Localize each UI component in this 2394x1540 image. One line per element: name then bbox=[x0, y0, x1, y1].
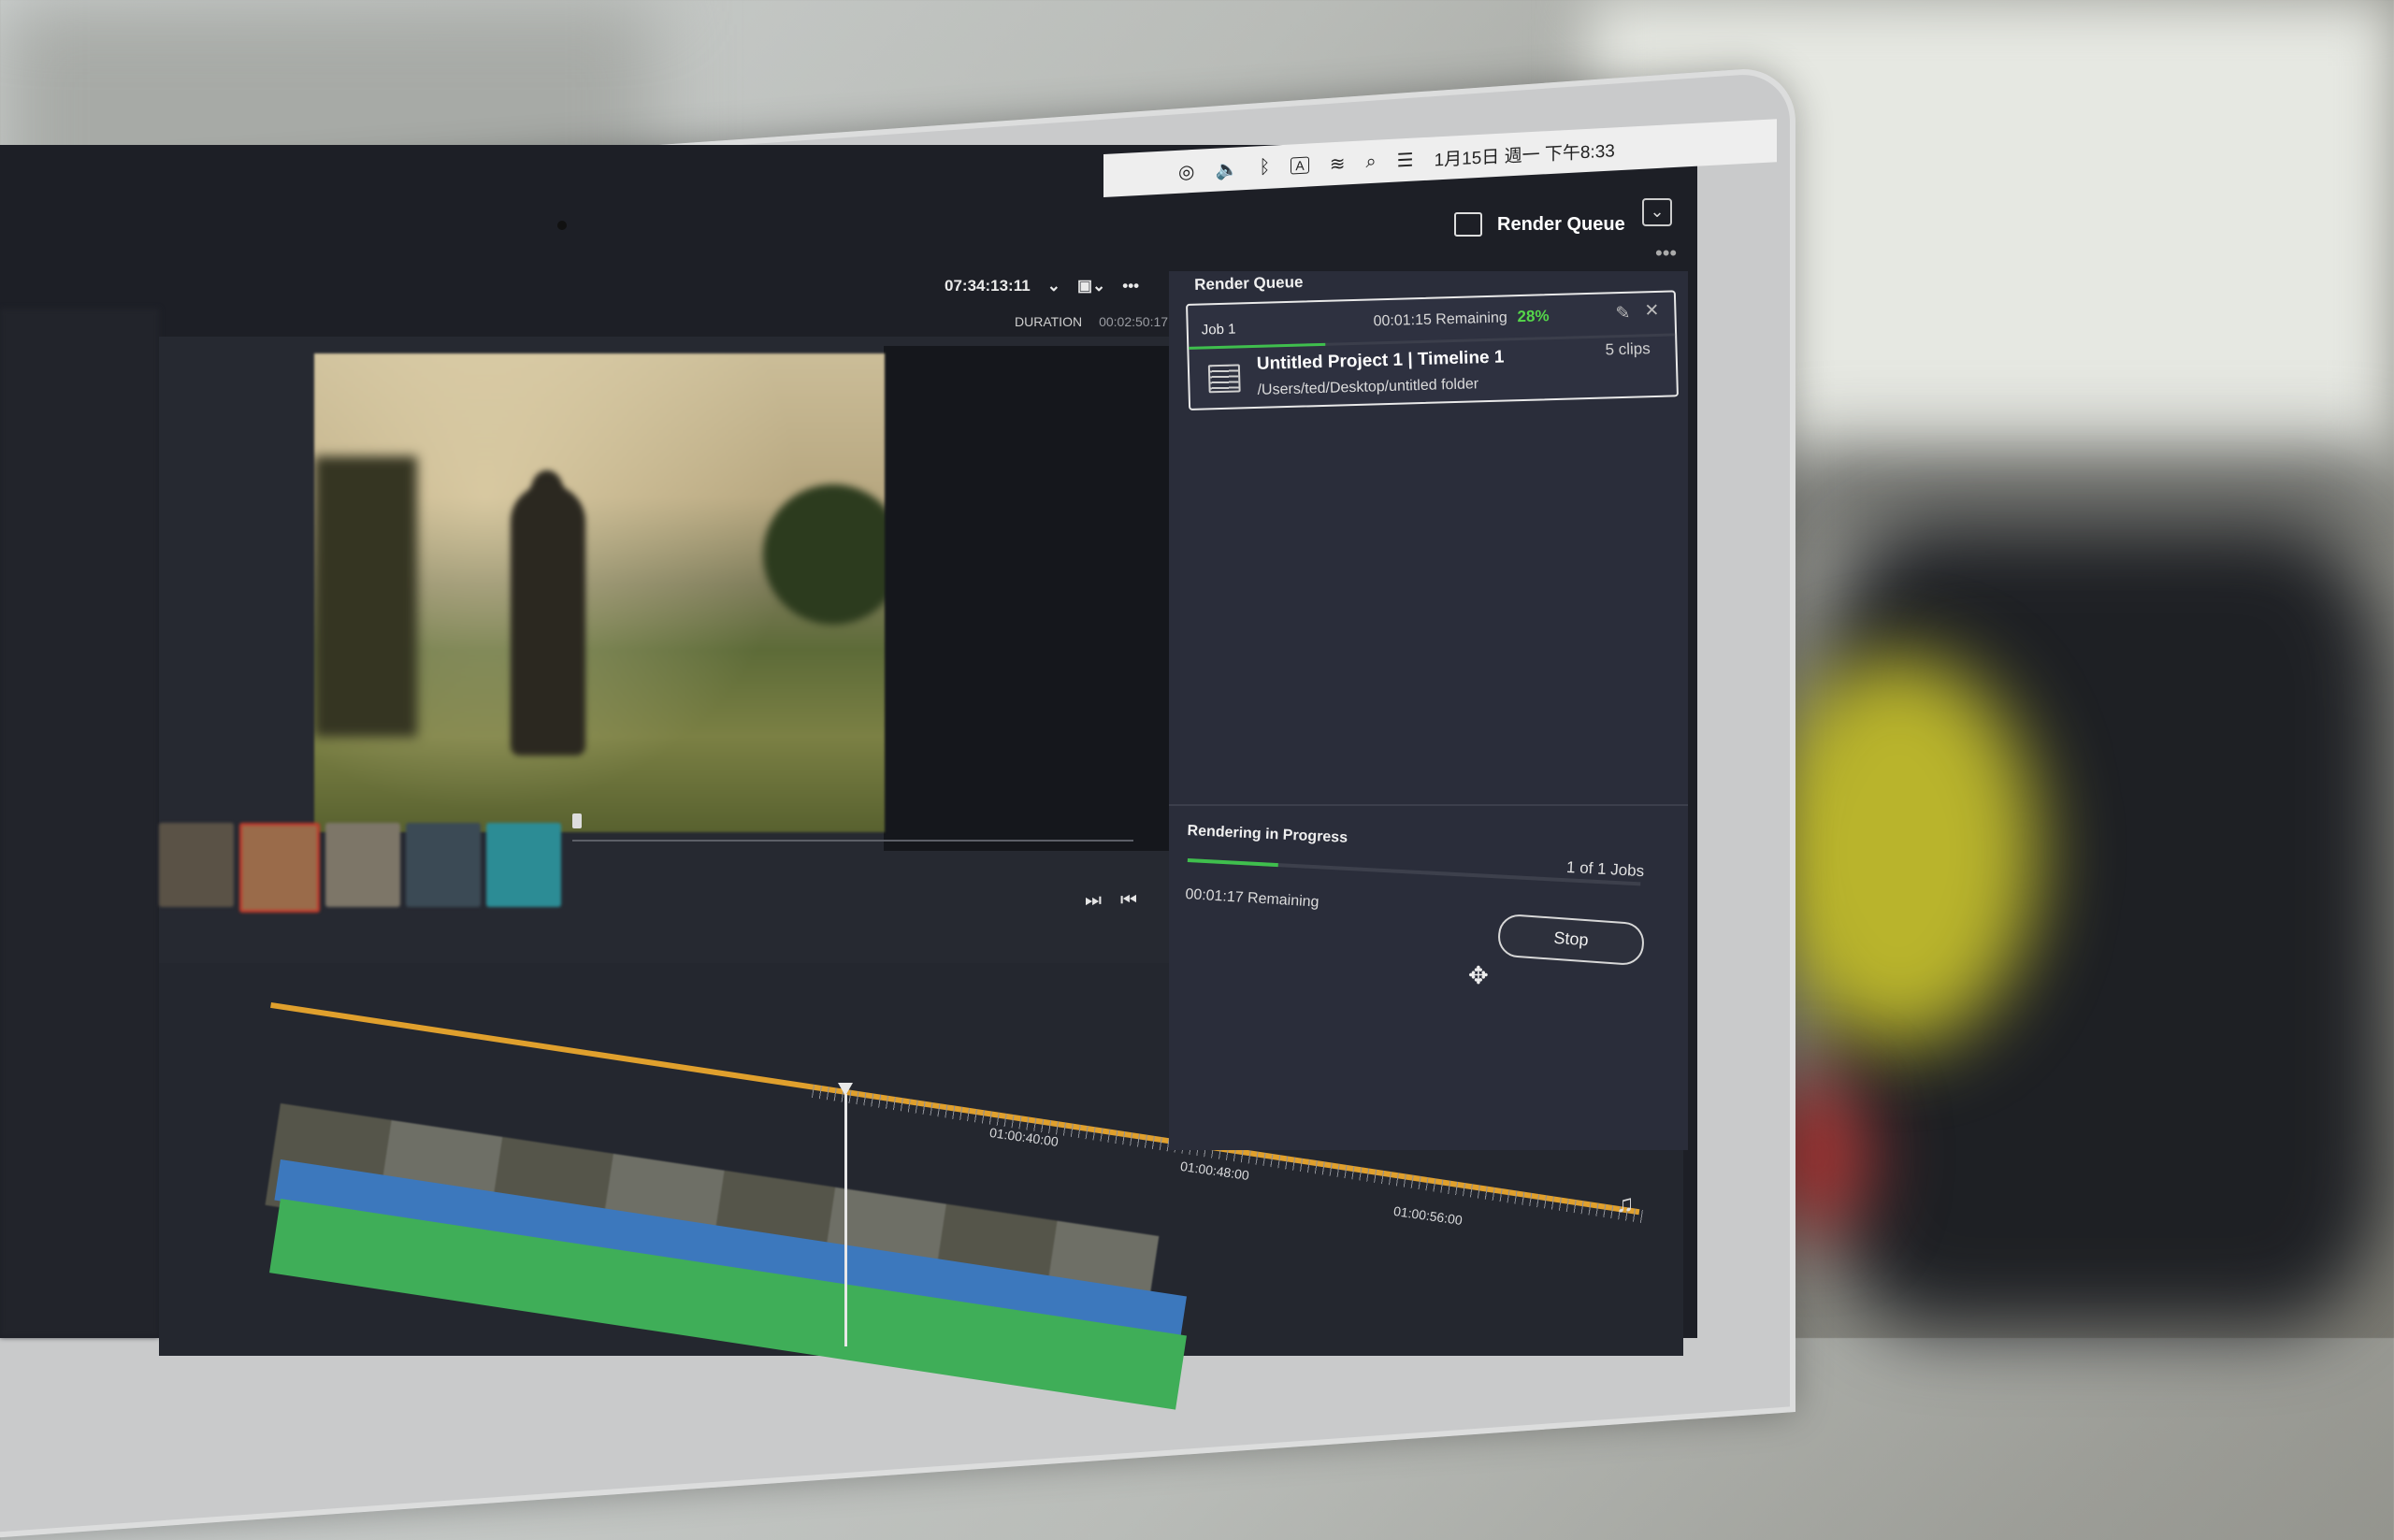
job-title: Untitled Project 1 | Timeline 1 bbox=[1256, 347, 1505, 374]
clip-thumbnail[interactable] bbox=[325, 823, 400, 907]
duration-readout: DURATION 00:02:50:17 bbox=[1015, 314, 1168, 329]
render-queue-title: Render Queue bbox=[1194, 272, 1304, 294]
input-source-indicator[interactable]: A bbox=[1291, 156, 1309, 175]
viewer-scrub-bar[interactable] bbox=[572, 840, 1133, 842]
volume-icon[interactable]: 🔈 bbox=[1215, 157, 1238, 181]
bluetooth-icon[interactable]: ᛒ bbox=[1259, 156, 1270, 179]
job-name: Job 1 bbox=[1201, 321, 1236, 338]
wifi-icon[interactable]: ≋ bbox=[1330, 151, 1346, 176]
webcam bbox=[557, 221, 567, 230]
job-remaining: 00:01:15 Remaining bbox=[1373, 309, 1508, 330]
clip-thumbnail[interactable] bbox=[159, 823, 234, 907]
media-sidebar bbox=[0, 309, 159, 1337]
jobs-count: 1 of 1 Jobs bbox=[1565, 857, 1645, 881]
film-icon bbox=[1207, 364, 1241, 394]
timecode-dropdown-icon[interactable]: ⌄ bbox=[1047, 277, 1060, 295]
render-job-card[interactable]: Job 1 00:01:15 Remaining 28% ✎ ✕ Untitle… bbox=[1186, 290, 1679, 410]
collapse-panel-button[interactable]: ⌄ bbox=[1642, 198, 1672, 226]
viewer-more-icon[interactable]: ••• bbox=[1122, 277, 1139, 295]
render-queue-button-label: Render Queue bbox=[1497, 213, 1625, 235]
menu-bar-clock[interactable]: 1月15日 週一 下午8:33 bbox=[1435, 137, 1615, 171]
control-center-icon[interactable]: ☰ bbox=[1397, 148, 1414, 172]
duration-label: DURATION bbox=[1015, 314, 1083, 329]
job-clips-count: 5 clips bbox=[1605, 339, 1651, 359]
job-percent: 28% bbox=[1517, 307, 1550, 326]
job-path: /Users/ted/Desktop/untitled folder bbox=[1257, 376, 1479, 398]
viewer-background bbox=[884, 346, 1169, 851]
render-queue-icon bbox=[1454, 212, 1482, 237]
clip-thumbnail[interactable] bbox=[239, 823, 320, 913]
playhead[interactable] bbox=[844, 1094, 847, 1346]
scrub-handle[interactable] bbox=[572, 813, 582, 828]
edit-icon[interactable]: ✎ bbox=[1615, 303, 1631, 324]
search-icon[interactable]: ⌕ bbox=[1365, 151, 1376, 173]
background-shelf bbox=[1777, 449, 2394, 533]
viewer-mode-icon[interactable]: ▣⌄ bbox=[1077, 277, 1105, 295]
screen-share-icon[interactable]: ◎ bbox=[1178, 159, 1194, 183]
duration-value: 00:02:50:17 bbox=[1099, 314, 1169, 329]
jump-start-icon[interactable]: ⏮ bbox=[1120, 890, 1137, 912]
video-preview bbox=[314, 353, 885, 832]
background-yellow-object bbox=[1758, 655, 2039, 1047]
viewer-header: 07:34:13:11 ⌄ ▣⌄ ••• bbox=[945, 277, 1139, 295]
viewer-timecode[interactable]: 07:34:13:11 bbox=[945, 277, 1031, 295]
clip-thumbnail[interactable] bbox=[406, 823, 481, 907]
music-note-icon[interactable]: ♫ bbox=[1616, 1189, 1635, 1218]
render-queue-toggle-button[interactable]: Render Queue bbox=[1454, 204, 1625, 245]
close-icon[interactable]: ✕ bbox=[1644, 300, 1660, 322]
clip-thumbnails bbox=[159, 823, 561, 972]
transport-controls: ⏭ ⏮ bbox=[1085, 890, 1137, 912]
clip-thumbnail[interactable] bbox=[486, 823, 561, 907]
panel-divider bbox=[1169, 804, 1688, 806]
play-next-icon[interactable]: ⏭ bbox=[1085, 890, 1102, 912]
move-cursor-icon: ✥ bbox=[1468, 961, 1489, 989]
more-options-icon[interactable]: ••• bbox=[1655, 241, 1677, 266]
job-progress-fill bbox=[1189, 342, 1325, 350]
